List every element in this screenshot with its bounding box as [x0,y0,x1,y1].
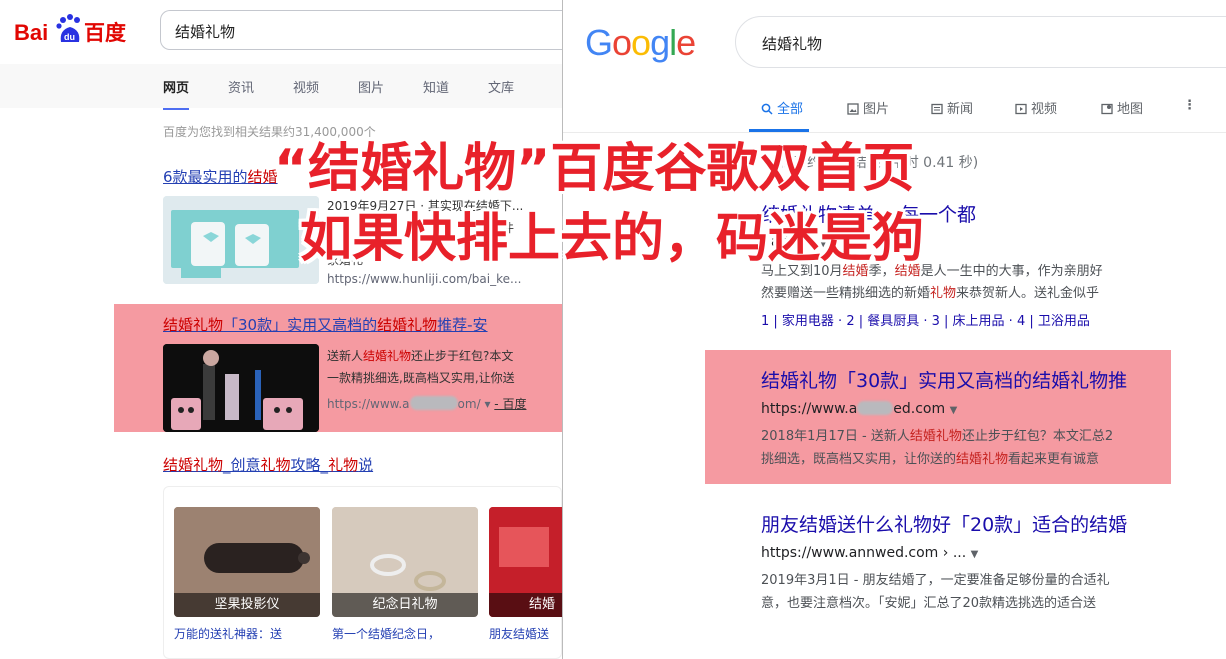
baidu-result-2-snippet-1: 送新人结婚礼物还止步于红包?本文 [327,349,514,363]
google-result-1-snippet-2: 然要赠送一些精挑细选的新婚礼物来恭贺新人。送礼金似乎 [761,286,1100,301]
tab-zhidao[interactable]: 知道 [423,77,449,96]
blurred-domain [409,396,458,410]
overlay-caption-line-1: “结婚礼物”百度谷歌双首页 [274,139,915,199]
image-icon [847,103,859,115]
svg-text:du: du [64,32,75,42]
video-icon [1015,103,1027,115]
google-result-1-sitelinks[interactable]: 1 | 家用电器 · 2 | 餐具厨具 · 3 | 床上用品 · 4 | 卫浴用… [761,310,1090,329]
tab-video[interactable]: 视频 [293,77,319,96]
baidu-image-card[interactable]: 纪念日礼物 第一个结婚纪念日， [332,507,478,642]
blurred-domain [857,401,894,415]
chevron-down-icon[interactable]: ▼ [950,405,958,416]
svg-text:Bai: Bai [14,20,48,45]
card-description[interactable]: 第一个结婚纪念日， [332,625,478,642]
google-panel: Google 结婚礼物 全部 图片 新闻 视频 地图 ⋮ 找到约 0 条结果 (… [562,0,1226,659]
google-result-3-snippet-2: 意，也要注意档次。「安妮」汇总了20款精选挑选的适合送 [761,596,1097,611]
tab-wenku[interactable]: 文库 [488,77,514,96]
map-icon [1101,103,1113,115]
google-result-3-snippet-1: 2019年3月1日 - 朋友结婚了，一定要准备足够份量的合适礼 [761,573,1110,588]
baidu-result-2-snippet-2: 一款精挑细选,既高档又实用,让你送 [327,371,515,385]
news-icon [931,103,943,115]
baidu-result-2-title[interactable]: 结婚礼物「30款」实用又高档的结婚礼物推荐-安 [163,314,488,335]
google-result-3-title[interactable]: 朋友结婚送什么礼物好「20款」适合的结婚 [761,510,1127,537]
google-query-text: 结婚礼物 [762,35,823,53]
tab-news[interactable]: 新闻 [931,98,973,117]
svg-text:百度: 百度 [84,21,126,45]
more-options-icon[interactable]: ⋮ [1183,98,1196,113]
card-image[interactable]: 结婚 [489,507,562,617]
tab-news[interactable]: 资讯 [228,77,254,96]
google-result-2-snippet-2: 挑细选，既高档又实用，让你送的结婚礼物看起来更有诚意 [761,452,1100,467]
baidu-nav-bar: 网页 资讯 视频 图片 知道 文库 [0,64,562,110]
baidu-panel: Bai du 百度 结婚礼物 网页 资讯 视频 图片 知道 文库 百度为您找到相… [0,0,562,659]
overlay-caption-line-2: 如果快排上去的，码迷是狗 [300,209,925,269]
baidu-result-2-thumbnail[interactable] [163,344,319,432]
baidu-search-input[interactable]: 结婚礼物 [160,10,562,50]
google-logo[interactable]: Google [585,22,696,64]
baidu-image-card[interactable]: 结婚 朋友结婚送 [489,507,562,642]
tab-video[interactable]: 视频 [1015,98,1057,117]
google-search-input[interactable]: 结婚礼物 [735,16,1226,68]
card-description[interactable]: 朋友结婚送 [489,625,562,642]
tab-webpage[interactable]: 网页 [163,77,190,110]
baidu-image-card[interactable]: 坚果投影仪 万能的送礼神器：送 [174,507,320,642]
google-result-3-url[interactable]: https://www.annwed.com › ... ▼ [761,545,978,561]
baidu-result-1-title[interactable]: 6款最实用的结婚 [163,166,278,187]
baidu-result-1-url[interactable]: https://www.hunliji.com/bai_ke... [327,272,521,286]
google-tabs: 全部 图片 新闻 视频 地图 ⋮ [563,98,1226,122]
tab-images[interactable]: 图片 [358,77,384,96]
card-image[interactable]: 坚果投影仪 [174,507,320,617]
card-caption: 结婚 [489,593,562,617]
baidu-query-text: 结婚礼物 [175,23,236,41]
google-result-2-title[interactable]: 结婚礼物「30款」实用又高档的结婚礼物推 [761,366,1127,393]
google-result-2-url[interactable]: https://www.a ed.com ▼ [761,401,957,417]
card-caption: 纪念日礼物 [332,593,478,617]
baidu-result-2-url[interactable]: https://www.a om/ ▾ - 百度 [327,395,526,412]
search-icon [761,103,773,115]
chevron-down-icon[interactable]: ▾ [484,397,490,411]
card-caption: 坚果投影仪 [174,593,320,617]
baidu-result-3-title[interactable]: 结婚礼物_创意礼物攻略_礼物说 [163,454,373,475]
tab-maps[interactable]: 地图 [1101,98,1143,117]
tab-all[interactable]: 全部 [761,98,803,117]
baidu-result-1-thumbnail[interactable] [163,196,319,284]
card-description[interactable]: 万能的送礼神器：送 [174,625,320,642]
tab-images[interactable]: 图片 [847,98,889,117]
baidu-logo[interactable]: Bai du 百度 [14,10,156,50]
chevron-down-icon[interactable]: ▼ [971,549,979,560]
card-image[interactable]: 纪念日礼物 [332,507,478,617]
google-result-2-snippet-1: 2018年1月17日 - 送新人结婚礼物还止步于红包？本文汇总2 [761,429,1114,444]
